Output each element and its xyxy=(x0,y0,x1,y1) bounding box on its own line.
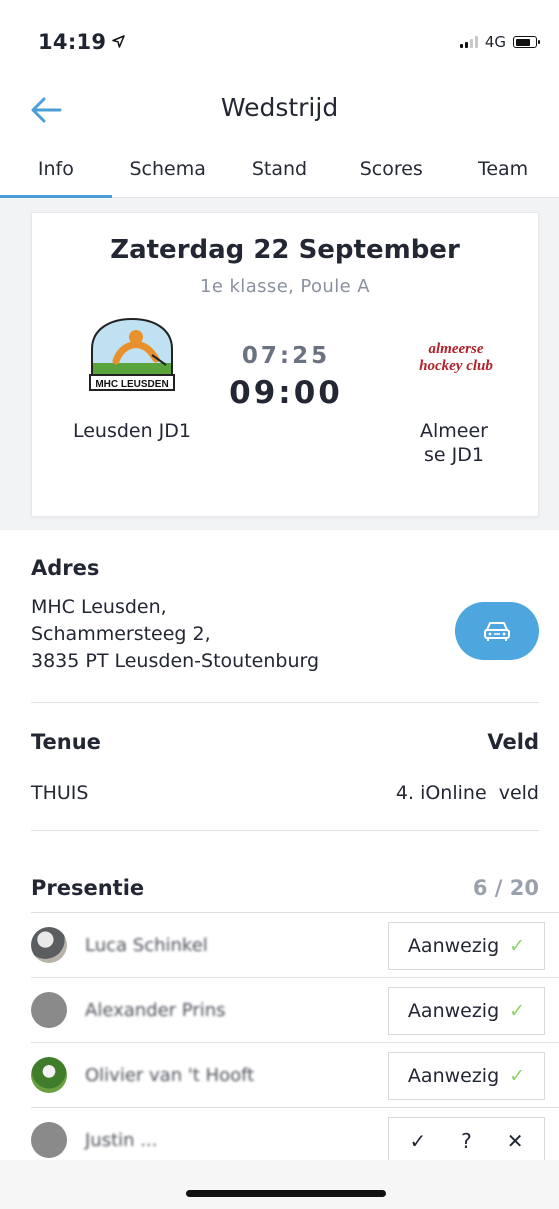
member-name: Alexander Prins xyxy=(85,999,226,1021)
divider xyxy=(31,830,539,831)
presence-status: Aanwezig xyxy=(407,935,500,957)
away-team-logo: almeerse hockey club xyxy=(404,305,504,405)
home-team-logo: MHC LEUSDEN xyxy=(82,305,182,405)
away-team-name: Almeerse JD1 xyxy=(420,420,488,466)
home-team[interactable]: MHC LEUSDEN Leusden JD1 xyxy=(62,305,202,443)
close-icon[interactable]: ✕ xyxy=(507,1129,524,1153)
home-logo-text: MHC LEUSDEN xyxy=(95,379,168,390)
avatar xyxy=(31,992,67,1028)
list-item[interactable]: Luca Schinkel Aanwezig ✓ xyxy=(31,912,559,977)
tab-stand[interactable]: Stand xyxy=(224,146,336,197)
avatar xyxy=(31,1057,67,1093)
away-logo-text-2: hockey club xyxy=(419,358,493,374)
tab-team[interactable]: Team xyxy=(447,146,559,197)
address-heading: Adres xyxy=(31,556,100,580)
tab-schema[interactable]: Schema xyxy=(112,146,224,197)
tab-bar: Info Schema Stand Scores Team xyxy=(0,146,559,198)
match-league: 1e klasse, Poule A xyxy=(200,276,370,297)
avatar xyxy=(31,1122,67,1158)
tenue-heading: Tenue xyxy=(31,730,101,754)
away-logo-text-1: almeerse xyxy=(429,341,484,357)
nav-bar: Wedstrijd xyxy=(0,84,559,134)
list-item[interactable]: Alexander Prins Aanwezig ✓ xyxy=(31,977,559,1042)
away-team[interactable]: almeerse hockey club Almeerse JD1 xyxy=(384,305,524,467)
match-time: 09:00 xyxy=(229,375,343,411)
home-indicator[interactable] xyxy=(186,1190,386,1197)
check-icon: ✓ xyxy=(509,1065,526,1087)
member-name: Justin ... xyxy=(85,1129,158,1151)
home-area xyxy=(0,1160,559,1209)
battery-icon xyxy=(513,36,540,48)
match-times: 07:25 09:00 xyxy=(206,343,366,411)
status-time: 14:19 xyxy=(38,30,107,54)
presentie-heading: Presentie xyxy=(31,876,145,900)
question-icon[interactable]: ? xyxy=(461,1129,472,1153)
veld-value: 4. iOnline veld xyxy=(395,782,539,804)
car-icon xyxy=(484,622,510,641)
check-icon: ✓ xyxy=(509,1000,526,1022)
tab-scores[interactable]: Scores xyxy=(335,146,447,197)
divider xyxy=(31,702,539,703)
presence-options: ✓ ? ✕ xyxy=(388,1117,545,1165)
location-arrow-icon xyxy=(112,33,126,52)
address-line-3: 3835 PT Leusden-Stoutenburg xyxy=(31,650,320,672)
match-date: Zaterdag 22 September xyxy=(110,235,460,265)
match-area: Zaterdag 22 September 1e klasse, Poule A… xyxy=(0,198,559,530)
tab-info[interactable]: Info xyxy=(0,146,112,198)
home-team-name: Leusden JD1 xyxy=(72,420,192,442)
presence-button[interactable]: Aanwezig ✓ xyxy=(388,987,545,1035)
page-title: Wedstrijd xyxy=(220,93,339,122)
presence-status: Aanwezig xyxy=(407,1065,500,1087)
veld-heading: Veld xyxy=(487,730,539,754)
list-item[interactable]: Olivier van 't Hooft Aanwezig ✓ xyxy=(31,1042,559,1107)
navigate-button[interactable] xyxy=(455,602,539,660)
check-icon: ✓ xyxy=(509,935,526,957)
presentie-header: Presentie 6 / 20 xyxy=(31,876,539,900)
presence-button[interactable]: Aanwezig ✓ xyxy=(388,1052,545,1100)
tenue-value: THUIS xyxy=(31,782,89,804)
presentie-count: 6 / 20 xyxy=(472,876,539,900)
presentie-list: Luca Schinkel Aanwezig ✓ Alexander Prins… xyxy=(31,912,559,1172)
presence-status: Aanwezig xyxy=(407,1000,500,1022)
status-bar: 14:19 4G xyxy=(0,0,559,84)
avatar xyxy=(31,927,67,963)
tenue-section: Tenue Veld THUIS 4. iOnline veld xyxy=(31,730,539,820)
signal-icon xyxy=(459,36,478,48)
presence-button[interactable]: Aanwezig ✓ xyxy=(388,922,545,970)
match-card: Zaterdag 22 September 1e klasse, Poule A… xyxy=(31,212,539,517)
network-label: 4G xyxy=(484,33,506,51)
check-icon[interactable]: ✓ xyxy=(409,1129,426,1153)
address-section: Adres MHC Leusden, Schammersteeg 2, 3835… xyxy=(31,556,539,675)
member-name: Luca Schinkel xyxy=(85,934,208,956)
member-name: Olivier van 't Hooft xyxy=(85,1064,255,1086)
start-time: 07:25 xyxy=(241,343,331,369)
